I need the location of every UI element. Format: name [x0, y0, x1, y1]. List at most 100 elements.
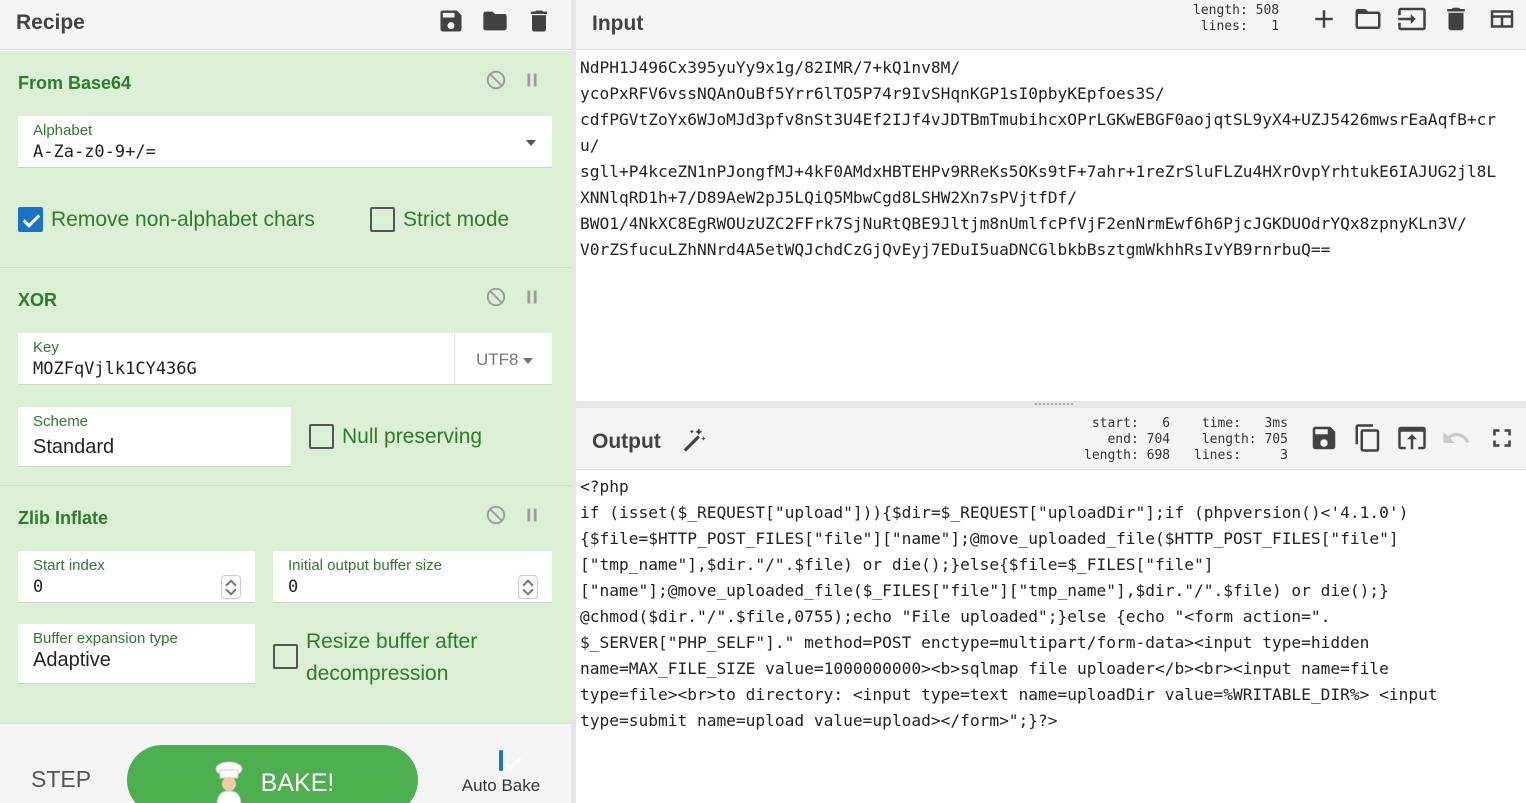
checkbox-unchecked-icon — [273, 644, 298, 669]
input-length-label: length: — [1193, 3, 1248, 18]
trash-icon[interactable] — [525, 7, 553, 35]
buffer-expansion-value: Adaptive — [33, 649, 111, 671]
breakpoint-icon[interactable] — [521, 286, 543, 308]
save-icon[interactable] — [1309, 423, 1339, 453]
resize-buffer-checkbox[interactable]: Resize buffer after decompression — [273, 626, 477, 690]
initial-buffer-size-input[interactable]: Initial output buffer size 0 — [273, 551, 552, 603]
open-file-icon[interactable] — [1397, 4, 1427, 34]
recipe-title: Recipe — [16, 11, 85, 34]
recipe-panel: Recipe From Base64 Alphabet A-Za-z0-9+/=… — [0, 0, 571, 803]
recipe-header: Recipe — [0, 0, 571, 50]
copy-icon[interactable] — [1353, 423, 1383, 453]
output-length-label: length: — [1201, 432, 1257, 447]
key-encoding-dropdown[interactable]: UTF8 — [454, 333, 552, 385]
bake-controls: STEP BAKE! Auto Bake — [0, 723, 571, 803]
magic-wand-icon[interactable] — [679, 426, 707, 454]
disable-icon[interactable] — [485, 286, 507, 308]
folder-open-icon[interactable] — [481, 7, 509, 35]
output-textarea[interactable]: <?php if (isset($_REQUEST["upload"])){$d… — [580, 474, 1438, 734]
splitter-grip-icon[interactable] — [1035, 403, 1073, 406]
replace-input-icon[interactable] — [1397, 423, 1427, 453]
number-stepper-icon[interactable] — [221, 575, 241, 599]
auto-bake-label: Auto Bake — [461, 776, 541, 795]
resize-buffer-label: Resize buffer after decompression — [306, 626, 477, 690]
number-stepper-icon[interactable] — [518, 575, 538, 599]
input-stats: length: 508 lines: 1 — [1193, 3, 1279, 35]
key-label: Key — [33, 339, 59, 356]
null-preserving-checkbox[interactable]: Null preserving — [309, 424, 482, 449]
breakpoint-icon[interactable] — [521, 504, 543, 526]
input-length-value: 508 — [1255, 3, 1280, 18]
end-value: 704 — [1146, 432, 1171, 447]
time-value: 3ms — [1264, 416, 1288, 431]
alphabet-value: A-Za-z0-9+/= — [33, 142, 156, 162]
resize-buffer-label-line1: Resize buffer after — [306, 630, 478, 653]
layout-icon[interactable] — [1487, 4, 1517, 34]
auto-bake-checkbox[interactable]: Auto Bake — [458, 750, 544, 796]
plus-icon[interactable] — [1309, 4, 1339, 34]
operation-title: From Base64 — [18, 73, 132, 93]
recipe-operations-list: From Base64 Alphabet A-Za-z0-9+/= Remove… — [0, 51, 571, 723]
chevron-down-icon — [523, 358, 533, 364]
chef-icon — [215, 761, 243, 803]
key-value: MOZFqVjlk1CY436G — [33, 359, 197, 379]
output-stats: time: 3ms length: 705 lines: 3 — [1194, 416, 1288, 464]
maximize-icon[interactable] — [1487, 423, 1517, 453]
alphabet-select[interactable]: Alphabet A-Za-z0-9+/= — [18, 116, 552, 168]
operation-zlib-inflate[interactable]: Zlib Inflate Start index 0 Initial outpu… — [0, 486, 571, 723]
key-input[interactable]: Key MOZFqVjlk1CY436G — [18, 333, 454, 385]
remove-non-alphabet-checkbox[interactable]: Remove non-alphabet chars — [18, 207, 315, 232]
resize-buffer-label-line2: decompression — [306, 662, 449, 685]
remove-non-alphabet-label: Remove non-alphabet chars — [51, 207, 315, 231]
buffer-expansion-select[interactable]: Buffer expansion type Adaptive — [18, 624, 255, 684]
operation-title: Zlib Inflate — [18, 508, 108, 528]
breakpoint-icon[interactable] — [521, 69, 543, 91]
chevron-down-icon — [526, 140, 536, 146]
input-textarea[interactable]: NdPH1J496Cx395yuYy9x1g/82IMR/7+kQ1nv8M/ … — [580, 55, 1496, 263]
output-lines-label: lines: — [1194, 448, 1241, 463]
input-lines-value: 1 — [1271, 19, 1280, 34]
checkbox-unchecked-icon — [309, 424, 334, 449]
undo-icon[interactable] — [1441, 423, 1471, 453]
trash-icon[interactable] — [1441, 4, 1471, 34]
folder-icon[interactable] — [1353, 4, 1383, 34]
scheme-label: Scheme — [33, 413, 89, 430]
scheme-value: Standard — [33, 436, 115, 458]
strict-mode-label: Strict mode — [403, 207, 510, 231]
disable-icon[interactable] — [485, 504, 507, 526]
start-label: start: — [1091, 416, 1139, 431]
disable-icon[interactable] — [485, 69, 507, 91]
output-lines-value: 3 — [1280, 448, 1288, 463]
output-pane: Output start: 6 end: 704 length: 698 tim… — [576, 408, 1526, 803]
checkbox-unchecked-icon — [370, 207, 395, 232]
step-button[interactable]: STEP — [31, 766, 91, 793]
input-title: Input — [592, 12, 644, 35]
operation-xor[interactable]: XOR Key MOZFqVjlk1CY436G UTF8 Scheme Sta… — [0, 268, 571, 486]
start-index-label: Start index — [33, 557, 105, 574]
output-header: Output start: 6 end: 704 length: 698 tim… — [576, 408, 1526, 470]
start-index-input[interactable]: Start index 0 — [18, 551, 255, 603]
scheme-select[interactable]: Scheme Standard — [18, 407, 291, 467]
operation-title: XOR — [18, 290, 58, 310]
strict-mode-checkbox[interactable]: Strict mode — [370, 207, 509, 232]
input-lines-label: lines: — [1200, 19, 1248, 34]
end-label: end: — [1107, 432, 1139, 447]
start-value: 6 — [1162, 416, 1171, 431]
checkbox-checked-icon — [499, 750, 503, 771]
alphabet-label: Alphabet — [33, 122, 93, 139]
initial-buffer-value: 0 — [288, 577, 299, 597]
input-header: Input length: 508 lines: 1 — [576, 0, 1526, 50]
operation-from-base64[interactable]: From Base64 Alphabet A-Za-z0-9+/= Remove… — [0, 51, 571, 268]
key-encoding-value: UTF8 — [476, 350, 519, 369]
cyberchef-app: Recipe From Base64 Alphabet A-Za-z0-9+/=… — [0, 0, 1526, 803]
output-title: Output — [592, 430, 661, 453]
save-icon[interactable] — [437, 7, 465, 35]
bake-label: BAKE! — [260, 768, 335, 797]
initial-buffer-label: Initial output buffer size — [288, 557, 442, 574]
checkbox-checked-icon — [18, 207, 43, 232]
buffer-expansion-label: Buffer expansion type — [33, 630, 178, 647]
selection-length-label: length: — [1084, 448, 1139, 463]
input-pane: Input length: 508 lines: 1 NdPH1J496Cx39… — [576, 0, 1526, 401]
bake-button[interactable]: BAKE! — [127, 745, 418, 803]
output-selection-stats: start: 6 end: 704 length: 698 — [1084, 416, 1170, 464]
